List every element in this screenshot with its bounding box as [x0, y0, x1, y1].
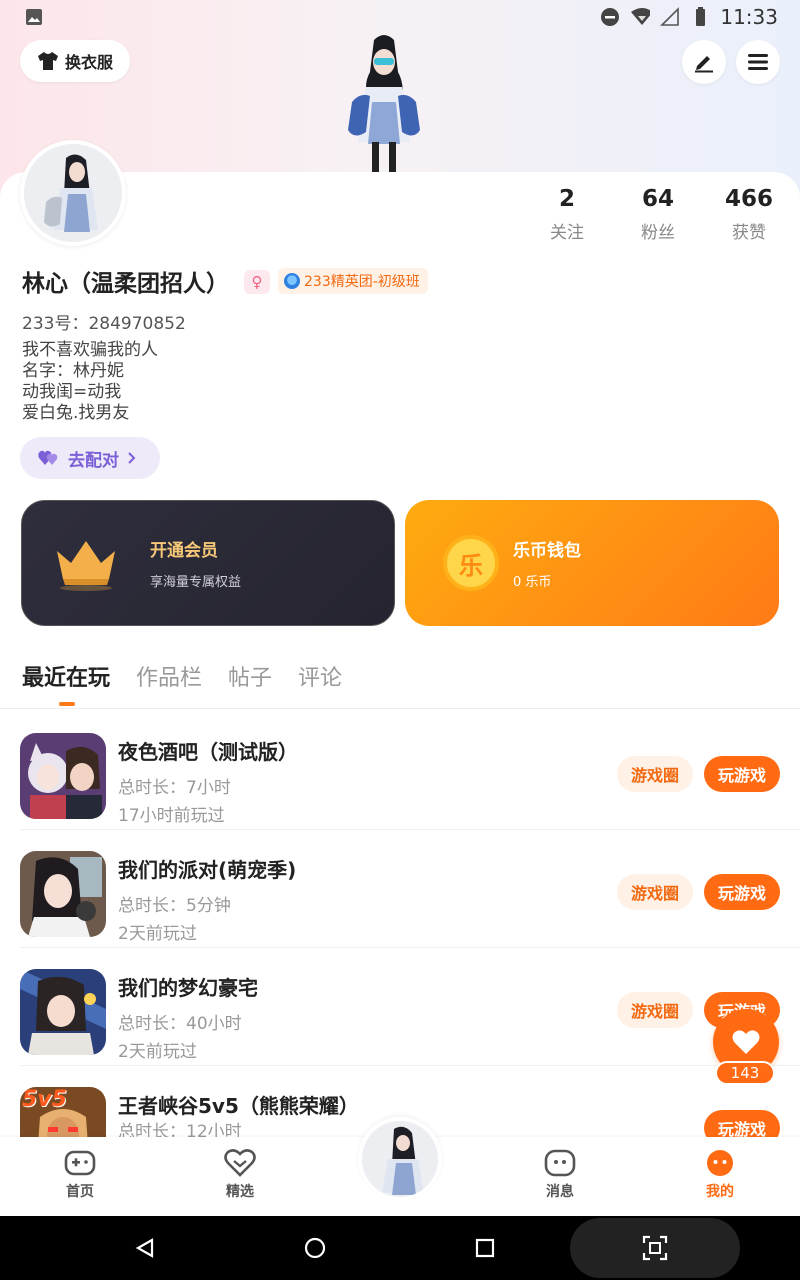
tab-comments[interactable]: 评论	[298, 660, 342, 692]
game-name: 我们的派对(萌宠季)	[118, 858, 297, 882]
stat-fans-count: 64	[641, 186, 674, 212]
chevron-right-icon	[128, 452, 136, 464]
gender-female-badge: ♀	[244, 270, 270, 294]
stat-following[interactable]: 2 关注	[527, 186, 607, 243]
stat-likes-count: 466	[724, 186, 773, 212]
edit-profile-button[interactable]	[682, 40, 726, 84]
bio-line: 爱白兔.找男友	[22, 403, 130, 423]
wallet-title: 乐币钱包	[513, 541, 581, 561]
profile-tabs: 最近在玩 作品栏 帖子 评论	[22, 660, 342, 692]
message-bubble-icon	[544, 1149, 576, 1177]
stat-likes[interactable]: 466 获赞	[709, 186, 789, 243]
game-name: 夜色酒吧（测试版）	[118, 740, 298, 764]
nav-avatar-image	[362, 1121, 438, 1197]
user-nickname: 林心（温柔团招人）	[22, 271, 229, 297]
home-circle-icon[interactable]	[297, 1230, 333, 1266]
edit-pen-icon	[695, 56, 713, 73]
user-avatar[interactable]	[20, 140, 126, 246]
nav-home-label: 首页	[66, 1184, 94, 1200]
user-bio: 我不喜欢骗我的人 名字：林丹妮 动我闺=动我 爱白兔.找男友	[22, 340, 158, 424]
game-list-item[interactable]: 我们的梦幻豪宅 总时长：40小时 2天前玩过 游戏圈 玩游戏	[0, 948, 800, 1066]
group-badge[interactable]: 233精英团-初级班	[278, 268, 428, 294]
vip-subtitle: 享海量专属权益	[150, 575, 242, 590]
bio-line: 动我闺=动我	[22, 382, 122, 402]
game-last-played: 2天前玩过	[118, 924, 197, 944]
game-icon	[20, 733, 106, 819]
bio-line: 我不喜欢骗我的人	[22, 340, 158, 360]
game-last-played: 17小时前玩过	[118, 806, 225, 826]
tab-works[interactable]: 作品栏	[136, 660, 202, 692]
nav-featured-label: 精选	[226, 1184, 254, 1200]
wallet-balance: 0 乐币	[513, 575, 552, 590]
bottom-navigation: 首页 精选 消息 我的	[0, 1117, 800, 1216]
heart-icon	[732, 1030, 760, 1054]
user-id: 233号：284970852	[22, 314, 186, 334]
game-list-item[interactable]: 我们的派对(萌宠季) 总时长：5分钟 2天前玩过 游戏圈 玩游戏	[0, 830, 800, 948]
signal-icon	[660, 7, 680, 27]
heart-outline-icon	[224, 1149, 256, 1177]
tshirt-icon	[37, 52, 58, 70]
double-heart-icon	[38, 450, 58, 465]
vip-title: 开通会员	[150, 541, 218, 561]
stat-following-count: 2	[558, 186, 575, 212]
stat-following-label: 关注	[550, 223, 584, 243]
nav-me-label: 我的	[706, 1184, 734, 1200]
tab-recently-played[interactable]: 最近在玩	[22, 660, 110, 692]
game-name: 王者峡谷5v5（熊熊荣耀）	[118, 1094, 359, 1118]
game-name: 我们的梦幻豪宅	[118, 976, 258, 1000]
play-game-button[interactable]: 玩游戏	[704, 756, 780, 792]
game-icon-label: 5v5	[22, 1087, 67, 1112]
stat-likes-label: 获赞	[732, 223, 766, 243]
nav-center-avatar[interactable]	[358, 1117, 442, 1201]
game-duration: 总时长：7小时	[118, 778, 231, 798]
system-navigation-bar	[0, 1216, 800, 1280]
tabs-divider	[0, 708, 800, 709]
crown-icon	[57, 541, 115, 591]
avatar-character-figure[interactable]	[336, 32, 432, 174]
game-list-item[interactable]: 夜色酒吧（测试版） 总时长：7小时 17小时前玩过 游戏圈 玩游戏	[0, 712, 800, 830]
change-outfit-label: 换衣服	[64, 53, 113, 72]
screenshot-icon[interactable]	[637, 1230, 673, 1266]
game-circle-button[interactable]: 游戏圈	[617, 992, 693, 1028]
vip-membership-card[interactable]: 开通会员 享海量专属权益	[21, 500, 395, 626]
group-emblem-icon	[284, 273, 300, 289]
go-match-label: 去配对	[68, 450, 119, 471]
gamepad-icon	[64, 1150, 96, 1176]
menu-button[interactable]	[736, 40, 780, 84]
game-duration: 总时长：5分钟	[118, 896, 231, 916]
game-icon	[20, 969, 106, 1055]
nav-me[interactable]: 我的	[680, 1149, 760, 1201]
like-count-badge: 143	[715, 1061, 775, 1085]
bio-line: 名字：林丹妮	[22, 361, 124, 381]
coin-icon: 乐	[443, 535, 499, 591]
do-not-disturb-icon	[600, 7, 620, 27]
nav-messages[interactable]: 消息	[520, 1149, 600, 1201]
go-match-button[interactable]: 去配对	[20, 437, 160, 479]
nav-featured[interactable]: 精选	[200, 1149, 280, 1201]
recents-square-icon[interactable]	[467, 1230, 503, 1266]
nav-home[interactable]: 首页	[40, 1149, 120, 1201]
battery-icon	[690, 7, 710, 27]
hamburger-menu-icon	[748, 54, 768, 70]
coin-wallet-card[interactable]: 乐 乐币钱包 0 乐币	[405, 500, 779, 626]
wifi-icon	[630, 7, 651, 27]
play-game-button[interactable]: 玩游戏	[704, 874, 780, 910]
back-icon[interactable]	[127, 1230, 163, 1266]
game-circle-button[interactable]: 游戏圈	[617, 756, 693, 792]
smiley-face-icon	[707, 1150, 733, 1176]
active-tab-indicator	[59, 702, 75, 706]
tab-posts[interactable]: 帖子	[228, 660, 272, 692]
game-duration: 总时长：40小时	[118, 1014, 242, 1034]
game-icon	[20, 851, 106, 937]
change-outfit-button[interactable]: 换衣服	[20, 40, 130, 82]
stat-fans-label: 粉丝	[641, 223, 675, 243]
status-bar: 11:33	[0, 0, 800, 34]
image-notification-icon	[24, 7, 44, 27]
nav-messages-label: 消息	[546, 1184, 574, 1200]
group-badge-label: 233精英团-初级班	[304, 274, 420, 290]
status-time: 11:33	[720, 5, 778, 29]
stat-fans[interactable]: 64 粉丝	[618, 186, 698, 243]
game-circle-button[interactable]: 游戏圈	[617, 874, 693, 910]
game-last-played: 2天前玩过	[118, 1042, 197, 1062]
